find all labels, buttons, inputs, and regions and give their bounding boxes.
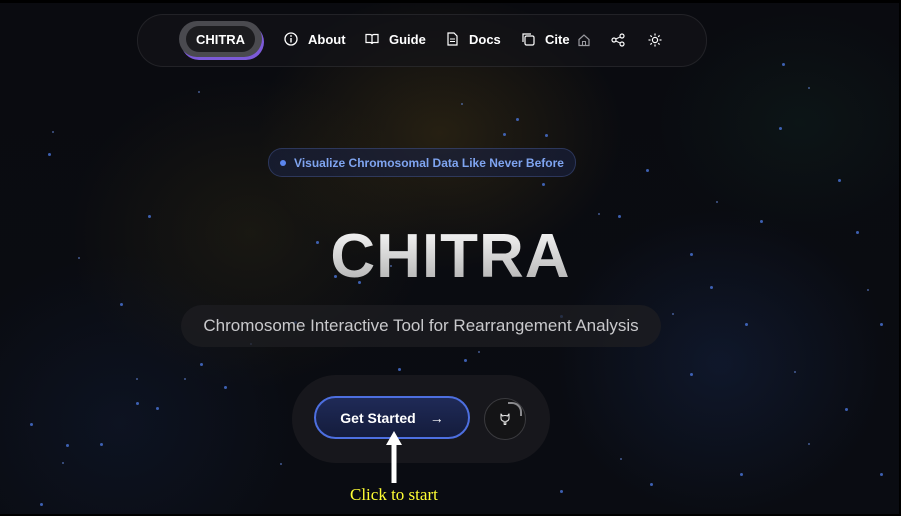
star-dot bbox=[198, 91, 200, 93]
star-dot bbox=[280, 463, 282, 465]
star-dot bbox=[618, 215, 621, 218]
nav-guide-label: Guide bbox=[389, 31, 426, 47]
star-dot bbox=[478, 351, 480, 353]
star-dot bbox=[740, 473, 743, 476]
nav-about-label: About bbox=[308, 31, 346, 47]
hero-subtitle-text: Chromosome Interactive Tool for Rearrang… bbox=[203, 316, 639, 335]
copy-icon bbox=[522, 33, 535, 46]
home-icon bbox=[578, 34, 590, 47]
star-dot bbox=[148, 215, 151, 218]
star-dot bbox=[880, 473, 883, 476]
star-dot bbox=[545, 134, 548, 137]
star-dot bbox=[120, 303, 123, 306]
star-dot bbox=[880, 323, 883, 326]
star-dot bbox=[808, 87, 810, 89]
star-dot bbox=[598, 213, 600, 215]
nav-cite-label: Cite bbox=[545, 31, 570, 47]
star-dot bbox=[156, 407, 159, 410]
star-dot bbox=[62, 462, 64, 464]
star-dot bbox=[461, 103, 463, 105]
star-dot bbox=[52, 131, 54, 133]
star-dot bbox=[503, 133, 506, 136]
hero-background: CHITRA About Guide Docs Cite Visualize C… bbox=[0, 3, 899, 514]
nav-docs-label: Docs bbox=[469, 31, 501, 47]
star-dot bbox=[100, 443, 103, 446]
star-dot bbox=[40, 503, 43, 506]
star-dot bbox=[136, 378, 138, 380]
star-dot bbox=[184, 378, 186, 380]
document-icon bbox=[447, 32, 458, 46]
star-dot bbox=[838, 179, 841, 182]
star-dot bbox=[845, 408, 848, 411]
share-icon bbox=[611, 33, 625, 47]
nav-docs[interactable]: Docs bbox=[445, 30, 501, 48]
sun-icon bbox=[648, 33, 662, 47]
home-button[interactable] bbox=[575, 31, 593, 49]
nav-about[interactable]: About bbox=[284, 30, 346, 48]
book-icon bbox=[365, 33, 379, 45]
hero-subtitle: Chromosome Interactive Tool for Rearrang… bbox=[181, 305, 661, 347]
github-icon bbox=[500, 413, 510, 426]
star-dot bbox=[48, 153, 51, 156]
nav-cite[interactable]: Cite bbox=[521, 30, 570, 48]
cta-group: Get Started → bbox=[292, 375, 550, 463]
annotation-arrow-icon bbox=[386, 431, 402, 483]
star-dot bbox=[200, 363, 203, 366]
star-dot bbox=[650, 483, 653, 486]
star-dot bbox=[516, 118, 519, 121]
star-dot bbox=[464, 359, 467, 362]
annotation-label: Click to start bbox=[350, 485, 438, 504]
star-dot bbox=[672, 313, 674, 315]
star-dot bbox=[794, 371, 796, 373]
star-dot bbox=[745, 323, 748, 326]
arrow-right-icon: → bbox=[429, 409, 444, 426]
star-dot bbox=[782, 63, 785, 66]
share-button[interactable] bbox=[609, 31, 627, 49]
star-dot bbox=[779, 127, 782, 130]
star-dot bbox=[66, 444, 69, 447]
star-dot bbox=[398, 368, 401, 371]
github-button[interactable] bbox=[484, 398, 526, 440]
badge-dot-icon bbox=[280, 159, 287, 166]
badge-label: Visualize Chromosomal Data Like Never Be… bbox=[294, 155, 564, 170]
get-started-label: Get Started bbox=[340, 409, 416, 426]
star-dot bbox=[136, 402, 139, 405]
star-dot bbox=[30, 423, 33, 426]
top-nav: CHITRA About Guide Docs Cite bbox=[137, 14, 707, 67]
tagline-badge: Visualize Chromosomal Data Like Never Be… bbox=[268, 148, 576, 177]
star-dot bbox=[808, 443, 810, 445]
brand-logo-button[interactable]: CHITRA bbox=[179, 21, 262, 57]
star-dot bbox=[646, 169, 649, 172]
star-dot bbox=[560, 490, 563, 493]
star-dot bbox=[542, 183, 545, 186]
nav-guide[interactable]: Guide bbox=[365, 30, 426, 48]
star-dot bbox=[690, 373, 693, 376]
star-dot bbox=[224, 386, 227, 389]
star-dot bbox=[620, 458, 622, 460]
info-icon bbox=[284, 32, 298, 46]
star-dot bbox=[716, 201, 718, 203]
hero-title: CHITRA bbox=[0, 221, 899, 292]
brand-label: CHITRA bbox=[186, 26, 255, 52]
theme-toggle-button[interactable] bbox=[646, 31, 664, 49]
